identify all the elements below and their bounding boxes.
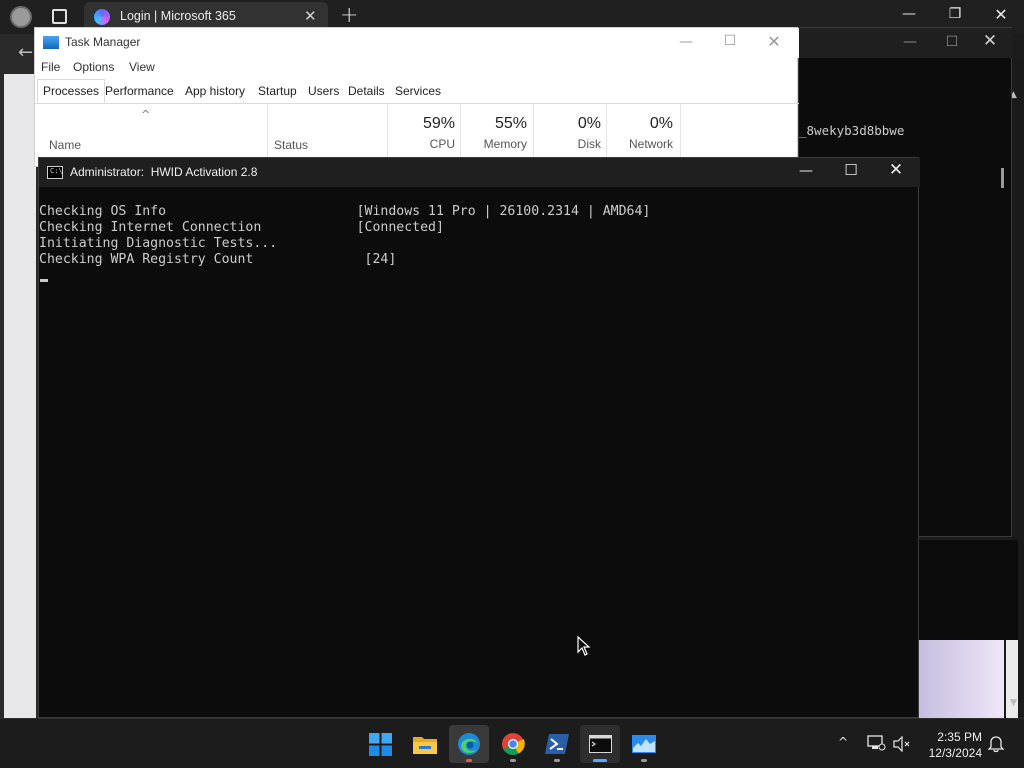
background-console-text: _8wekyb3d8bbwe [799,123,905,138]
file-explorer-icon [413,737,437,754]
running-indicator [641,759,647,762]
task-manager-title: Task Manager [65,35,141,49]
tab-startup[interactable]: Startup [258,84,297,98]
tab-details[interactable]: Details [348,84,385,98]
taskbar-chrome[interactable] [493,725,533,763]
task-manager-tabs: Processes Performance App history Startu… [35,79,799,104]
tab-app-history[interactable]: App history [185,84,245,98]
console-line: Initiating Diagnostic Tests... [39,236,278,251]
column-header-memory[interactable]: Memory [467,137,527,151]
console-title: Administrator: HWID Activation 2.8 [70,165,258,179]
profile-avatar-icon[interactable] [10,6,32,28]
tab-services[interactable]: Services [395,84,441,98]
active-indicator [593,759,607,762]
console-line: Checking OS Info [Windows 11 Pro | 26100… [39,204,651,219]
background-window-lower [918,540,1018,640]
start-icon [369,733,392,756]
console-title-bar[interactable]: C:\ Administrator: HWID Activation 2.8 —… [39,158,920,187]
tab-processes[interactable]: Processes [37,79,106,103]
scroll-down-icon[interactable]: ▼ [1010,698,1017,708]
start-button[interactable] [360,725,400,763]
console-close-button[interactable]: ✕ [873,160,919,180]
network-percent[interactable]: 0% [613,115,673,133]
edge-icon [458,733,480,755]
task-manager-title-bar[interactable]: Task Manager — ☐ ✕ [35,28,799,58]
taskbar-task-manager[interactable] [624,725,664,763]
tab-performance[interactable]: Performance [105,84,174,98]
background-wallpaper-panel [918,640,1004,718]
task-manager-icon [43,36,59,49]
task-manager-window[interactable]: Task Manager — ☐ ✕ File Options View Pro… [34,27,799,168]
command-prompt-icon: C:\ [47,166,63,179]
clock-date[interactable]: 12/3/2024 [922,746,982,760]
terminal-icon [589,735,612,753]
menu-options[interactable]: Options [73,60,114,74]
show-hidden-icons-chevron-icon[interactable]: ^ [838,735,848,749]
taskbar-edge[interactable] [449,725,489,763]
tab-actions-icon[interactable] [52,9,67,24]
task-manager-close-button[interactable]: ✕ [751,32,797,51]
network-icon[interactable] [866,735,886,751]
console-maximize-button[interactable]: ☐ [828,161,874,179]
taskbar: ^ 2:35 PM 12/3/2024 [0,718,1024,768]
cpu-percent[interactable]: 59% [395,115,455,133]
new-tab-button[interactable]: + [340,3,358,28]
back-arrow-icon[interactable]: ← [18,42,33,63]
running-indicator [466,759,472,762]
console-line: Checking WPA Registry Count [24] [39,252,397,267]
clock-time[interactable]: 2:35 PM [930,730,982,744]
chrome-icon [502,733,525,755]
tab-users[interactable]: Users [308,84,339,98]
volume-muted-icon[interactable] [893,736,911,752]
task-manager-icon [632,735,656,753]
command-prompt-icon-label: C:\ [50,167,63,175]
microsoft-365-favicon-icon [94,9,110,25]
menu-file[interactable]: File [41,60,60,74]
column-header-status[interactable]: Status [274,138,308,152]
browser-page-strip [4,74,36,718]
taskbar-powershell[interactable] [537,725,577,763]
mouse-pointer-icon [577,636,591,656]
running-indicator [510,759,516,762]
task-manager-minimize-button[interactable]: — [663,34,709,50]
console-minimize-button[interactable]: — [783,163,829,179]
notification-bell-icon[interactable] [988,735,1004,753]
column-header-network[interactable]: Network [613,137,673,151]
taskbar-file-explorer[interactable] [405,725,445,763]
powershell-icon [545,734,569,754]
browser-restore-button[interactable]: ❐ [932,6,978,22]
background-console-title-bar[interactable]: — ☐ ✕ [799,28,1013,58]
column-header-cpu[interactable]: CPU [395,137,455,151]
menu-view[interactable]: View [129,60,155,74]
browser-tab-title: Login | Microsoft 365 [120,9,236,23]
background-close-button[interactable]: ✕ [967,31,1013,51]
disk-percent[interactable]: 0% [541,115,601,133]
text-cursor [40,279,48,282]
column-header-disk[interactable]: Disk [541,137,601,151]
background-scrollbar[interactable] [1001,168,1004,188]
console-output-area[interactable]: Checking OS Info [Windows 11 Pro | 26100… [39,187,920,718]
task-manager-maximize-button[interactable]: ☐ [707,33,753,49]
sort-indicator-icon: ^ [141,108,151,121]
memory-percent[interactable]: 55% [467,115,527,133]
hwid-activation-console-window[interactable]: C:\ Administrator: HWID Activation 2.8 —… [38,157,920,718]
taskbar-terminal[interactable] [580,725,620,763]
background-minimize-button[interactable]: — [887,34,933,50]
browser-minimize-button[interactable]: — [886,6,932,22]
console-line: Checking Internet Connection [Connected] [39,220,444,235]
column-header-name[interactable]: Name [49,138,81,152]
running-indicator [554,759,560,762]
browser-close-button[interactable]: ✕ [978,5,1024,24]
tab-close-icon[interactable]: ✕ [304,7,317,25]
